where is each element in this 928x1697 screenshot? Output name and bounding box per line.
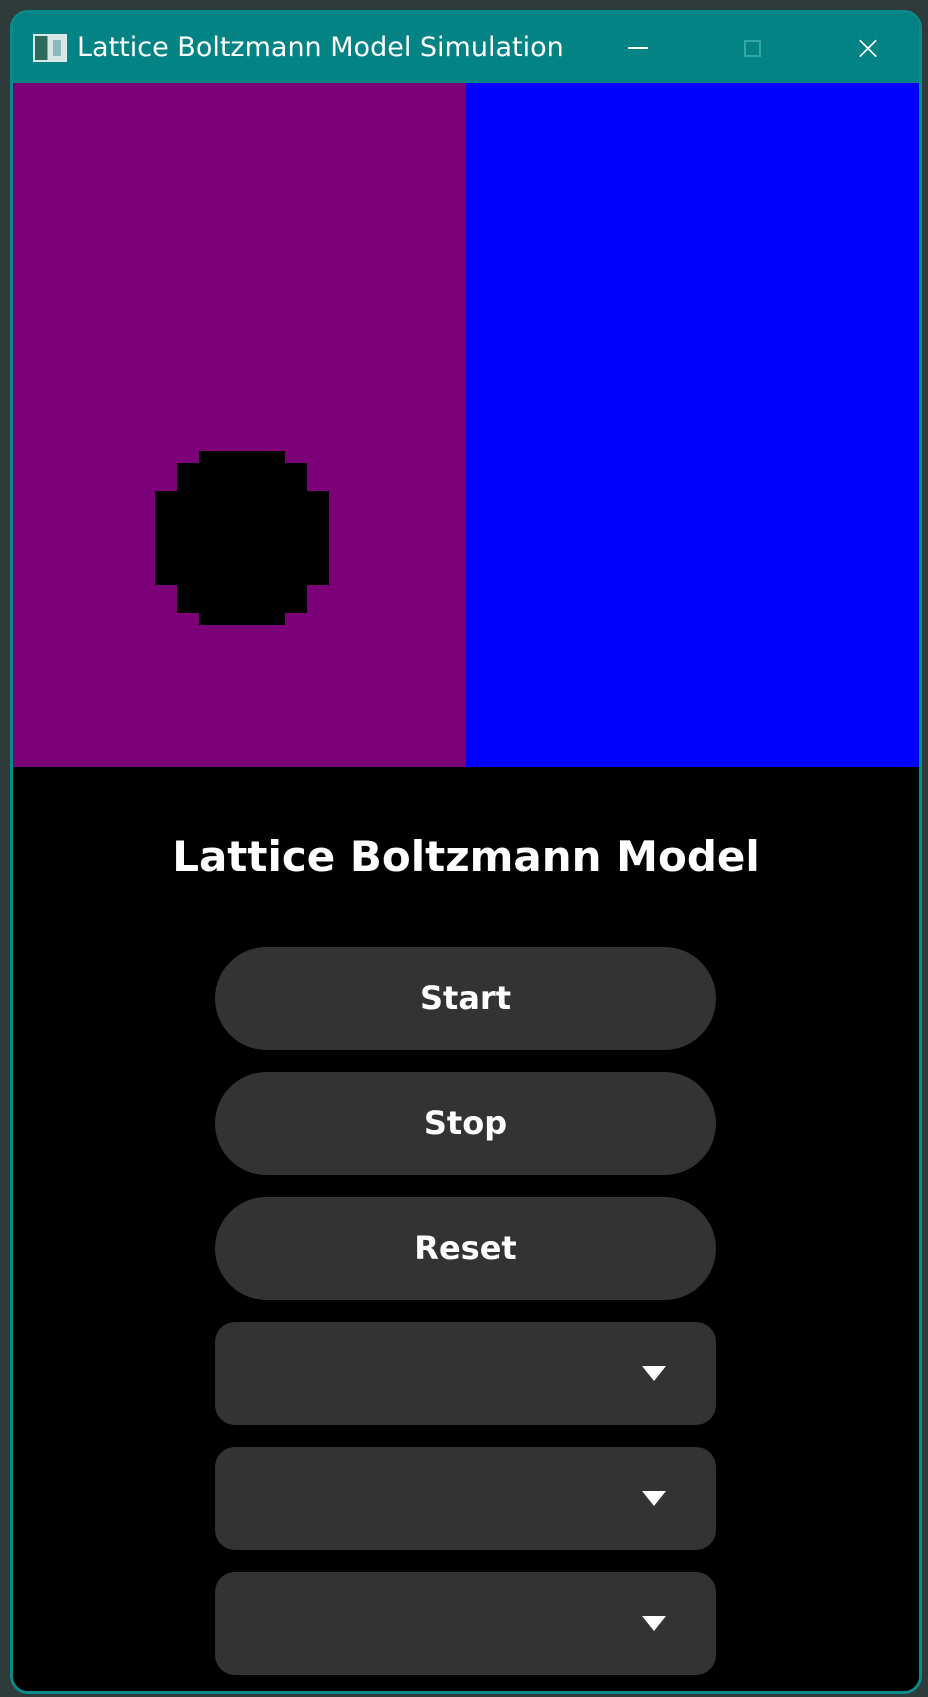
simulation-left-region [13, 83, 466, 767]
panel-title: Lattice Boltzmann Model [172, 832, 760, 881]
chevron-down-icon [642, 1491, 666, 1506]
close-button[interactable]: × [828, 13, 908, 83]
chevron-down-icon [642, 1616, 666, 1631]
reset-button[interactable]: Reset [215, 1197, 716, 1300]
dropdown-two[interactable] [215, 1447, 716, 1550]
close-icon: × [853, 28, 883, 68]
start-button[interactable]: Start [215, 947, 716, 1050]
app-window: Lattice Boltzmann Model Simulation × Lat… [10, 10, 922, 1694]
maximize-icon [743, 39, 761, 57]
stop-button[interactable]: Stop [215, 1072, 716, 1175]
simulation-right-region [466, 83, 919, 767]
maximize-button[interactable] [712, 13, 792, 83]
dropdown-one[interactable] [215, 1322, 716, 1425]
dropdown-three[interactable] [215, 1572, 716, 1675]
title-bar[interactable]: Lattice Boltzmann Model Simulation × [13, 13, 919, 83]
chevron-down-icon [642, 1366, 666, 1381]
minimize-button[interactable] [598, 13, 678, 83]
app-window-icon [33, 34, 67, 62]
minimize-icon [628, 47, 648, 49]
control-panel: Lattice Boltzmann Model Start Stop Reset [13, 767, 919, 1691]
window-title: Lattice Boltzmann Model Simulation [77, 32, 564, 63]
simulation-canvas [13, 83, 919, 767]
obstacle-circle [155, 451, 329, 625]
